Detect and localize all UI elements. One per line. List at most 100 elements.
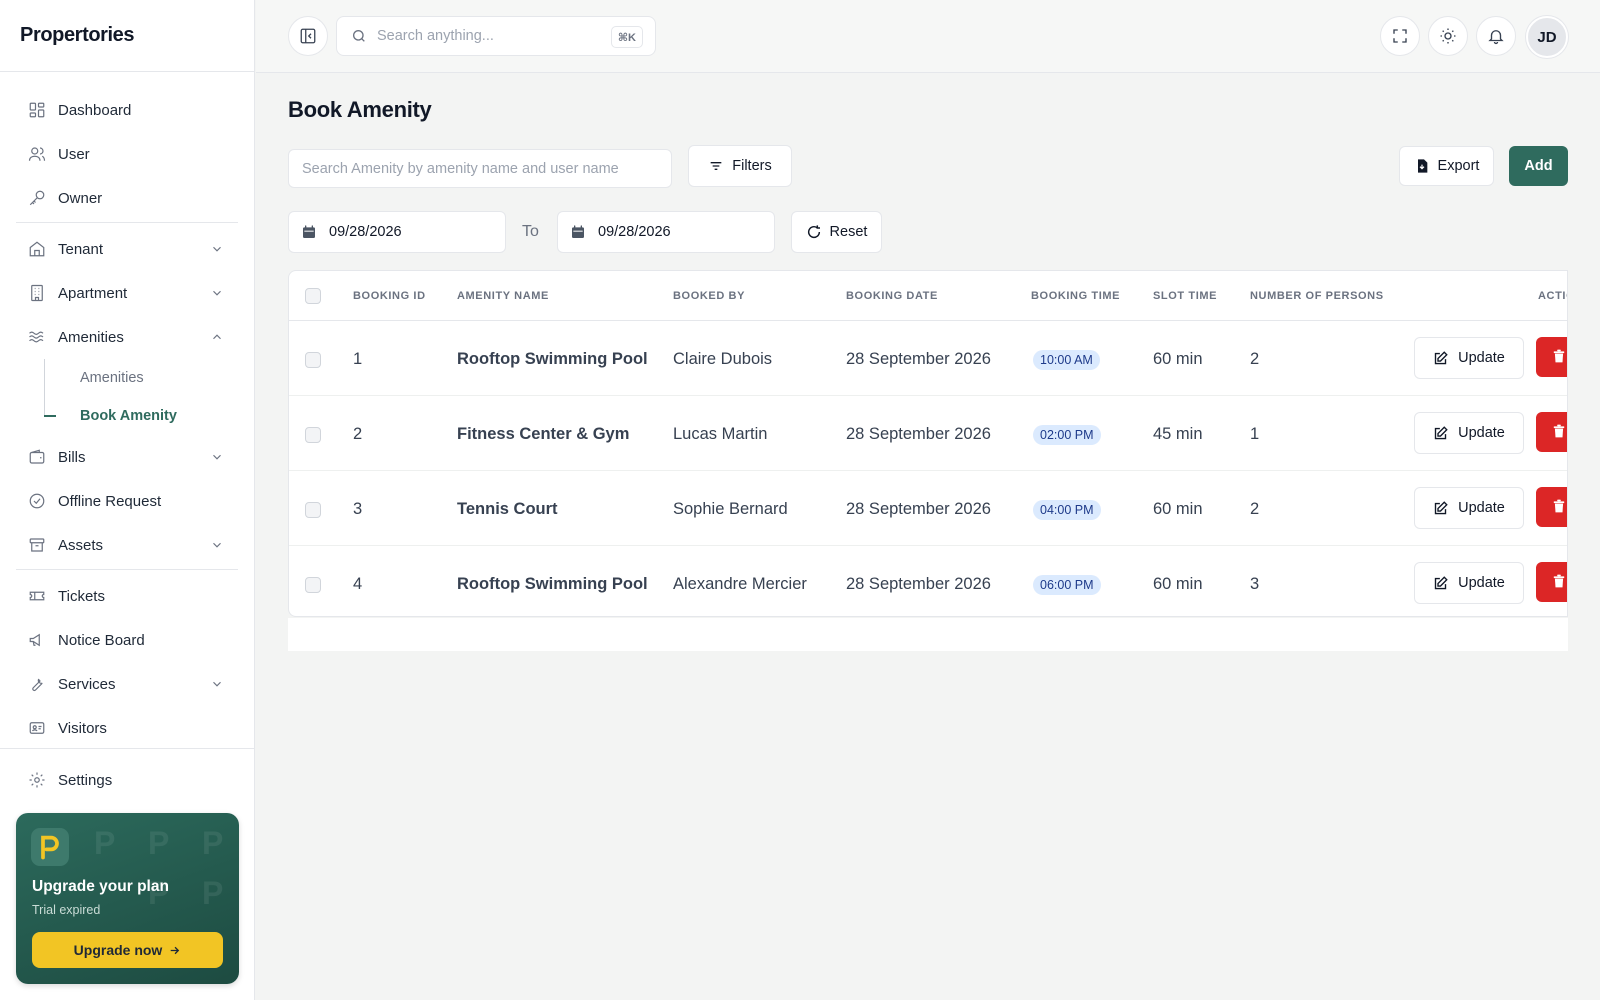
trash-icon (1553, 349, 1565, 363)
booking-date: 28 September 2026 (846, 425, 991, 443)
reset-button[interactable]: Reset (791, 211, 882, 253)
update-button[interactable]: Update (1414, 562, 1524, 604)
user-avatar[interactable]: JD (1526, 16, 1568, 58)
brand-logo[interactable]: Propertories (0, 0, 254, 72)
sidebar-item-services[interactable]: Services (16, 662, 238, 706)
number-of-persons: 2 (1250, 350, 1260, 368)
row-checkbox[interactable] (305, 577, 321, 593)
upgrade-now-button[interactable]: Upgrade now (32, 932, 223, 968)
nav-divider (16, 569, 238, 570)
pattern-logo-icon: P (148, 825, 170, 861)
booked-by: Claire Dubois (673, 350, 773, 368)
booked-by: Sophie Bernard (673, 500, 788, 518)
keyboard-shortcut-badge: ⌘K (610, 26, 643, 48)
update-button[interactable]: Update (1414, 337, 1524, 379)
trash-icon (1553, 499, 1565, 513)
delete-button[interactable] (1536, 487, 1567, 527)
amenity-search-input[interactable]: Search Amenity by amenity name and user … (288, 149, 672, 188)
add-button[interactable]: Add (1509, 146, 1568, 186)
bell-icon (1488, 30, 1504, 45)
notifications-button[interactable] (1476, 16, 1516, 56)
submenu-item-amenities[interactable]: Amenities (64, 359, 238, 397)
update-button[interactable]: Update (1414, 412, 1524, 454)
search-placeholder: Search anything... (377, 28, 494, 44)
table-row: 4 Rooftop Swimming Pool Alexandre Mercie… (289, 546, 1567, 616)
delete-button[interactable] (1536, 412, 1567, 452)
amenity-name: Rooftop Swimming Pool (457, 350, 648, 368)
gear-icon (28, 771, 46, 789)
delete-button[interactable] (1536, 562, 1567, 602)
sidebar-item-label: User (58, 145, 90, 163)
upgrade-card: P P P P P Upgrade your plan Trial expire… (16, 813, 239, 984)
row-checkbox[interactable] (305, 352, 321, 368)
sidebar-item-offline-request[interactable]: Offline Request (16, 479, 238, 523)
table-row: 2 Fitness Center & Gym Lucas Martin 28 S… (289, 396, 1567, 471)
col-booking-time[interactable]: BOOKING TIME (1031, 290, 1120, 302)
delete-button[interactable] (1536, 337, 1567, 377)
toggle-sidebar-button[interactable] (288, 16, 328, 56)
id-card-icon (28, 719, 46, 737)
filters-button[interactable]: Filters (688, 145, 792, 187)
sidebar-item-label: Offline Request (58, 492, 162, 510)
sidebar-item-dashboard[interactable]: Dashboard (16, 88, 238, 132)
col-amenity-name[interactable]: AMENITY NAME (457, 290, 549, 302)
sidebar-item-label: Tickets (58, 587, 105, 605)
date-from-value: 09/28/2026 (329, 224, 402, 240)
sidebar-item-visitors[interactable]: Visitors (16, 706, 238, 750)
booking-time-badge: 10:00 AM (1033, 350, 1100, 370)
filters-label: Filters (732, 158, 772, 174)
export-button[interactable]: Export (1399, 146, 1494, 186)
sidebar-item-bills[interactable]: Bills (16, 435, 238, 479)
sidebar-item-label: Apartment (58, 284, 128, 302)
chevron-down-icon (213, 454, 221, 460)
sidebar-item-label: Tenant (58, 240, 104, 258)
amenities-submenu: Amenities Book Amenity (16, 359, 238, 435)
sidebar-item-notice-board[interactable]: Notice Board (16, 618, 238, 662)
dashboard-icon (28, 101, 46, 119)
update-label: Update (1458, 500, 1505, 516)
date-to-input[interactable]: 09/28/2026 (557, 211, 775, 253)
building-icon (28, 284, 46, 302)
chevron-up-icon (213, 334, 221, 340)
date-from-input[interactable]: 09/28/2026 (288, 211, 506, 253)
col-number-of-persons[interactable]: NUMBER OF PERSONS (1250, 290, 1384, 302)
select-all-checkbox[interactable] (305, 288, 321, 304)
fullscreen-button[interactable] (1380, 16, 1420, 56)
sidebar-item-tickets[interactable]: Tickets (16, 574, 238, 618)
booking-time-badge: 06:00 PM (1033, 575, 1101, 595)
sidebar-item-apartment[interactable]: Apartment (16, 271, 238, 315)
update-label: Update (1458, 350, 1505, 366)
row-checkbox[interactable] (305, 502, 321, 518)
col-actions: ACTIO (1538, 290, 1567, 302)
sun-icon (1440, 28, 1456, 44)
col-slot-time[interactable]: SLOT TIME (1153, 290, 1217, 302)
global-search-input[interactable]: Search anything... ⌘K (336, 16, 656, 56)
chevron-down-icon (213, 246, 221, 252)
sidebar-item-tenant[interactable]: Tenant (16, 227, 238, 271)
sidebar-item-settings[interactable]: Settings (16, 758, 238, 802)
amenity-name: Rooftop Swimming Pool (457, 575, 648, 593)
table-footer-strip (288, 618, 1568, 651)
submenu-item-book-amenity[interactable]: Book Amenity (44, 397, 238, 435)
sidebar-item-user[interactable]: User (16, 132, 238, 176)
trash-icon (1553, 574, 1565, 588)
sidebar-item-label: Owner (58, 189, 103, 207)
upgrade-button-label: Upgrade now (73, 942, 163, 958)
arrow-right-icon (171, 946, 180, 954)
row-checkbox[interactable] (305, 427, 321, 443)
nav-divider (16, 222, 238, 223)
sidebar: Propertories Dashboard User Owner Tenant… (0, 0, 255, 1000)
col-booked-by[interactable]: BOOKED BY (673, 290, 745, 302)
sidebar-item-assets[interactable]: Assets (16, 523, 238, 567)
home-icon (28, 240, 46, 258)
booking-id: 4 (353, 575, 363, 593)
col-booking-id[interactable]: BOOKING ID (353, 290, 426, 302)
slot-time: 60 min (1153, 350, 1203, 368)
update-label: Update (1458, 575, 1505, 591)
col-booking-date[interactable]: BOOKING DATE (846, 290, 938, 302)
filter-icon (710, 162, 722, 170)
theme-toggle-button[interactable] (1428, 16, 1468, 56)
sidebar-item-owner[interactable]: Owner (16, 176, 238, 220)
sidebar-item-amenities[interactable]: Amenities (16, 315, 238, 359)
update-button[interactable]: Update (1414, 487, 1524, 529)
